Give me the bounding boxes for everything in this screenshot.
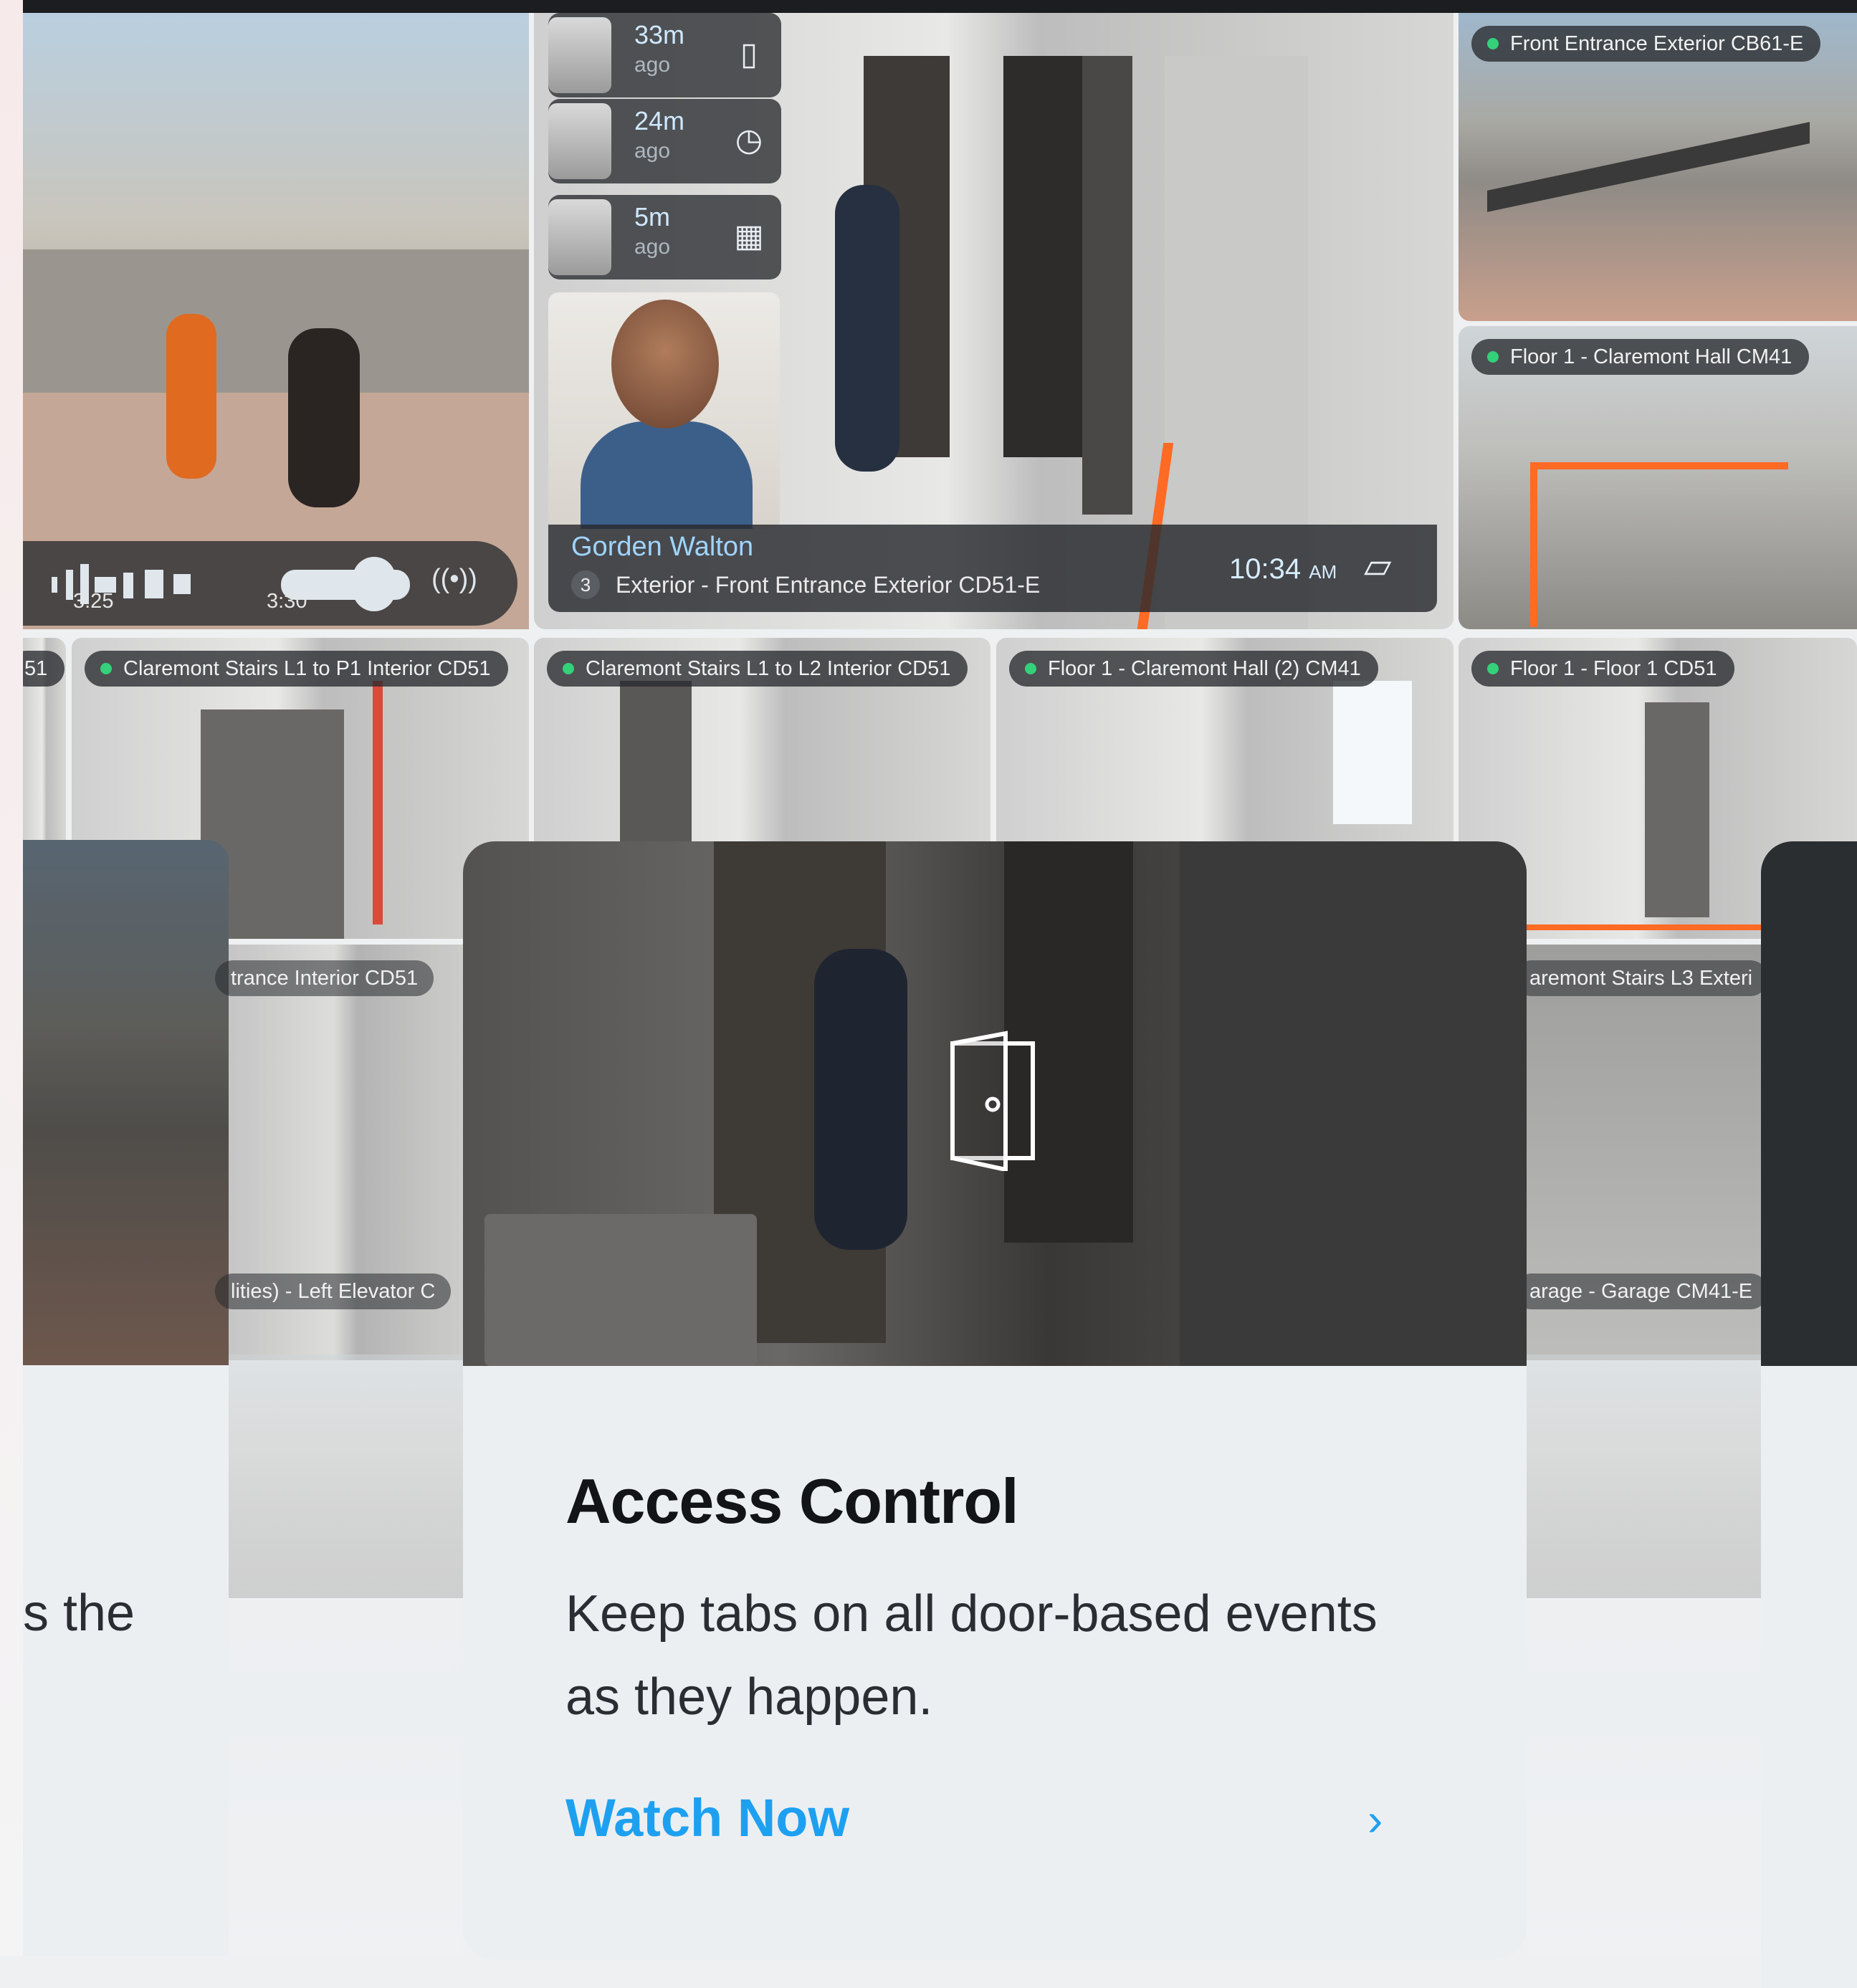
phone-icon: ▯ <box>740 37 758 72</box>
status-dot <box>1025 663 1036 674</box>
railing <box>1487 122 1810 212</box>
camera-label-text: 51 <box>24 657 48 680</box>
feature-card-access-control[interactable]: Access Control Keep tabs on all door-bas… <box>463 841 1527 1959</box>
person-figure <box>166 314 216 479</box>
schedule-icon: ◷ <box>735 123 763 158</box>
camera-label-text: Floor 1 - Claremont Hall CM41 <box>1510 345 1792 368</box>
keypad-icon: ▦ <box>734 219 764 254</box>
event-ago: ago <box>634 53 671 77</box>
audio-timestamp: 3:30 <box>267 590 307 613</box>
watch-now-link[interactable]: Watch Now <box>565 1787 849 1848</box>
person-name: Gorden Walton <box>571 532 754 562</box>
camera-label: Claremont Stairs L1 to L2 Interior CD51 <box>547 651 968 687</box>
event-time: 24m <box>634 106 685 135</box>
camera-tile-street[interactable] <box>23 13 529 629</box>
event-time: 10:34 AM <box>1229 553 1337 586</box>
counter <box>484 1214 757 1366</box>
waveform-bar <box>353 557 396 611</box>
camera-label-text: Claremont Stairs L1 to L2 Interior CD51 <box>586 657 951 680</box>
top-bar <box>23 0 1857 13</box>
camera-label: Claremont Stairs L1 to P1 Interior CD51 <box>85 651 508 687</box>
person-head <box>611 300 719 429</box>
street-road <box>23 249 529 393</box>
card-reader-icon: ▱ <box>1364 545 1392 586</box>
event-time: 5m <box>634 202 671 231</box>
fade-overlay <box>1527 1354 1761 1956</box>
waveform-bar <box>66 570 73 600</box>
event-row[interactable]: 24m ago ◷ <box>548 99 781 183</box>
camera-tile-claremont-hall[interactable]: Floor 1 - Claremont Hall CM41 <box>1459 326 1857 629</box>
camera-tile-claremont-hall-2[interactable]: Floor 1 - Claremont Hall (2) CM41 <box>996 638 1453 853</box>
waveform-bar <box>52 577 57 593</box>
event-location: Exterior - Front Entrance Exterior CD51-… <box>616 572 1041 598</box>
status-dot <box>1487 663 1499 674</box>
camera-label-text: Floor 1 - Floor 1 CD51 <box>1510 657 1717 680</box>
count-badge: 3 <box>571 570 600 599</box>
right-partial-card <box>1761 841 1857 1988</box>
status-dot <box>1487 351 1499 363</box>
person-figure <box>288 328 360 507</box>
event-time-ampm: AM <box>1309 561 1337 583</box>
camera-label: Floor 1 - Claremont Hall (2) CM41 <box>1009 651 1378 687</box>
floor-stripe <box>1530 462 1537 627</box>
waveform-bar <box>123 573 133 598</box>
event-row[interactable]: 33m ago ▯ <box>548 13 781 97</box>
page-edge <box>0 0 23 1956</box>
camera-label-text: Front Entrance Exterior CB61-E <box>1510 32 1804 55</box>
waveform-bar <box>173 574 191 594</box>
card-title: Access Control <box>565 1466 1019 1537</box>
event-ago: ago <box>634 139 671 163</box>
waveform-bar <box>145 570 163 598</box>
camera-label-text: Claremont Stairs L1 to P1 Interior CD51 <box>123 657 491 680</box>
status-dot <box>1487 38 1499 49</box>
broadcast-icon[interactable]: ((•)) <box>431 564 477 595</box>
pipe <box>373 681 383 924</box>
avatar <box>548 103 611 179</box>
card-description: Keep tabs on all door-based events as th… <box>565 1585 1378 1726</box>
event-time-value: 10:34 <box>1229 553 1302 585</box>
card-video[interactable] <box>463 841 1527 1366</box>
floor-stripe <box>1530 462 1788 469</box>
camera-tile-stairs-l1-l2[interactable]: Claremont Stairs L1 to L2 Interior CD51 <box>534 638 990 853</box>
event-ago: ago <box>634 235 671 259</box>
avatar <box>548 199 611 275</box>
camera-label-faded: lities) - Left Elevator C <box>215 1273 452 1309</box>
person-photo <box>548 292 780 529</box>
avatar <box>548 17 611 93</box>
partial-card-text: s the <box>23 1585 135 1642</box>
event-row[interactable]: 5m ago ▦ <box>548 195 781 279</box>
door-icon <box>948 1029 1037 1172</box>
camera-label-faded: arage - Garage CM41-E <box>1514 1273 1769 1309</box>
camera-label-text: Floor 1 - Claremont Hall (2) CM41 <box>1048 657 1361 680</box>
camera-label-faded: trance Interior CD51 <box>215 960 434 996</box>
camera-label: Floor 1 - Floor 1 CD51 <box>1471 651 1734 687</box>
camera-tile-front-entrance[interactable]: Front Entrance Exterior CB61-E <box>1459 13 1857 321</box>
door-panel <box>1645 702 1709 917</box>
door-panel <box>620 681 692 853</box>
camera-label: Floor 1 - Claremont Hall CM41 <box>1471 339 1810 375</box>
card-video <box>1761 841 1857 1366</box>
camera-label: Front Entrance Exterior CB61-E <box>1471 26 1821 62</box>
fade-overlay <box>229 1354 463 1956</box>
camera-label-faded: aremont Stairs L3 Exteri <box>1514 960 1769 996</box>
audio-timestamp: 3:25 <box>73 590 114 613</box>
camera-tile-faded <box>23 840 229 1367</box>
person-body <box>581 421 753 529</box>
camera-tile-partial[interactable]: 51 <box>23 638 66 853</box>
status-dot <box>100 663 112 674</box>
person-figure <box>835 185 899 472</box>
camera-label: 51 <box>23 651 65 687</box>
chevron-right-icon[interactable]: › <box>1367 1793 1383 1846</box>
door-panel <box>1082 56 1132 515</box>
left-partial-card <box>23 1365 229 1956</box>
window <box>1333 681 1412 824</box>
status-dot <box>563 663 574 674</box>
access-event-notice[interactable]: Gorden Walton 3 Exterior - Front Entranc… <box>548 525 1437 612</box>
person-figure <box>814 949 907 1250</box>
audio-timeline[interactable]: 3:25 3:30 ((•)) <box>23 541 517 626</box>
event-time: 33m <box>634 20 685 49</box>
wall <box>1180 841 1527 1366</box>
